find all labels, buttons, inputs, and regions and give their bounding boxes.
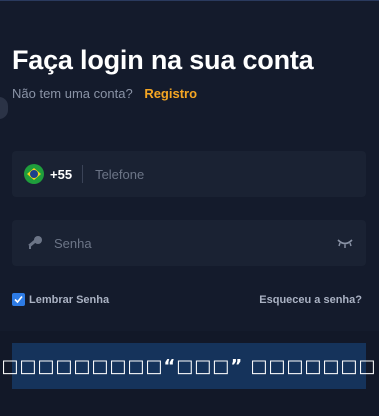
register-prompt-text: Não tem uma conta? <box>12 86 133 101</box>
page-title: Faça login na sua conta <box>12 45 314 75</box>
phone-input[interactable] <box>93 165 338 183</box>
field-divider <box>82 165 84 183</box>
side-handle[interactable] <box>0 97 8 119</box>
remember-label: Lembrar Senha <box>29 293 110 306</box>
brazil-flag-icon[interactable] <box>24 164 44 184</box>
phone-field[interactable]: +55 <box>12 151 366 197</box>
eye-closed-icon[interactable] <box>336 236 354 248</box>
remember-password[interactable]: Lembrar Senha <box>12 293 109 306</box>
password-field[interactable] <box>12 220 366 266</box>
login-modal: Faça login na sua conta Não tem uma cont… <box>0 0 379 416</box>
register-link[interactable]: Registro <box>144 86 197 101</box>
remember-checkbox[interactable] <box>12 293 25 306</box>
register-prompt: Não tem uma conta? Registro <box>12 86 197 101</box>
password-input[interactable] <box>52 234 316 252</box>
country-code[interactable]: +55 <box>50 167 72 182</box>
forgot-password-link[interactable]: Esqueceu a senha? <box>259 294 362 306</box>
key-icon <box>26 234 44 252</box>
login-button[interactable]: □□□□□□□□□“□□□” □□□□□□□ <box>1 343 376 389</box>
